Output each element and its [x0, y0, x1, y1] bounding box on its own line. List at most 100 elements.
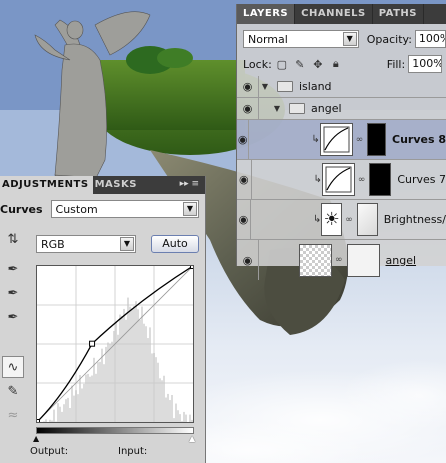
histogram-bar [149, 327, 151, 422]
channel-select[interactable]: RGB ▼ [36, 235, 136, 253]
curve-control-point[interactable] [190, 263, 196, 269]
layer-row-curves-7[interactable]: ◉ ↳ ∞ Curves 7 [237, 160, 446, 200]
layer-row-angel[interactable]: ◉ ∞ angel [237, 240, 446, 280]
input-label: Input: [118, 446, 148, 457]
histogram-bar [121, 316, 123, 422]
histogram-bar [101, 348, 103, 422]
opacity-field[interactable]: 100% [414, 30, 446, 48]
layer-name: Curves 8 [392, 133, 446, 146]
auto-button[interactable]: Auto [151, 235, 199, 253]
curve-control-point[interactable] [89, 340, 96, 347]
black-point-slider-icon[interactable]: ▲ [33, 434, 39, 443]
pencil-icon[interactable]: ✎ [2, 380, 24, 402]
white-eyedropper-icon[interactable]: ✒ [2, 306, 24, 328]
histogram-bar [173, 418, 175, 422]
histogram-bar [87, 373, 89, 422]
layer-name: island [299, 80, 332, 93]
layer-mask-thumbnail[interactable] [356, 203, 378, 236]
histogram-bar [169, 400, 171, 422]
layer-row-island[interactable]: ◉ ▼ island [237, 76, 446, 98]
link-icon[interactable]: ∞ [345, 215, 353, 225]
histogram-bar [185, 414, 187, 422]
histogram-bar [103, 364, 105, 422]
folder-icon [277, 81, 293, 92]
histogram-bar [43, 421, 45, 422]
histogram-bar [191, 419, 193, 422]
lock-label: Lock: [243, 57, 272, 71]
histogram-bar [93, 357, 95, 422]
chevron-down-icon[interactable]: ▼ [259, 82, 271, 91]
smooth-icon[interactable]: ≈ [2, 404, 24, 426]
opacity-label: Opacity: [366, 32, 412, 46]
clipping-arrow-icon: ↳ [311, 134, 320, 145]
smart-object-thumbnail [299, 243, 332, 277]
curve-control-point[interactable] [34, 419, 40, 425]
layer-mask-thumbnail[interactable] [346, 243, 380, 277]
tab-adjustments[interactable]: ADJUSTMENTS [0, 176, 93, 194]
histogram-bar [77, 394, 79, 422]
lock-move-icon[interactable]: ✥ [311, 57, 325, 71]
histogram-bar [147, 338, 149, 422]
lock-brush-icon[interactable]: ✎ [293, 57, 307, 71]
eye-icon[interactable]: ◉ [237, 120, 250, 159]
histogram-bar [53, 409, 55, 422]
panel-menu-icon[interactable]: ▸▸ ≡ [180, 179, 199, 189]
eye-icon[interactable]: ◉ [237, 160, 252, 199]
black-eyedropper-icon[interactable]: ✒ [2, 258, 24, 280]
layer-row-curves-8[interactable]: ◉ ↳ ∞ Curves 8 [237, 120, 446, 160]
histogram-bar [71, 385, 73, 422]
layer-name: angel [385, 253, 417, 267]
clipping-arrow-icon: ↳ [312, 214, 322, 225]
layer-mask-thumbnail[interactable] [367, 123, 386, 156]
link-icon[interactable]: ∞ [335, 255, 343, 265]
histogram-bar [165, 397, 167, 422]
histogram-bar [123, 308, 125, 422]
eye-icon[interactable]: ◉ [237, 240, 259, 280]
lock-all-icon[interactable]: 🔒︎ [329, 57, 343, 71]
histogram-bar [133, 306, 135, 422]
blend-mode-select[interactable]: Normal ▼ [243, 30, 359, 48]
white-point-slider-icon[interactable]: ▲ [189, 434, 195, 443]
histogram-bar [125, 319, 127, 422]
tab-paths[interactable]: PATHS [373, 4, 425, 24]
eye-icon[interactable]: ◉ [237, 76, 259, 97]
eye-icon[interactable]: ◉ [237, 98, 259, 119]
layer-row-angel-group[interactable]: ◉ ▼ angel [237, 98, 446, 120]
curve-tools: ⇅ ✒ ✒ ✒ ∿ ✎ ≈ [2, 232, 26, 428]
gray-eyedropper-icon[interactable]: ✒ [2, 282, 24, 304]
tab-masks[interactable]: MASKS [93, 176, 141, 194]
clipping-arrow-icon: ↳ [313, 174, 322, 185]
preset-label: Curves [0, 202, 43, 216]
tab-layers[interactable]: LAYERS [237, 4, 296, 24]
brightness-contrast-icon: ☀ [321, 203, 343, 236]
fill-field[interactable]: 100% [408, 55, 443, 73]
histogram-bar [67, 397, 69, 422]
histogram-bar [107, 342, 109, 422]
curves-thumbnail-icon [319, 123, 353, 156]
histogram-bar [127, 297, 129, 422]
histogram-bar [91, 375, 93, 422]
eye-icon[interactable]: ◉ [237, 200, 251, 239]
link-icon[interactable]: ∞ [356, 135, 364, 145]
blend-opacity-row: Normal ▼ Opacity: 100% [243, 28, 446, 50]
histogram-bar [97, 362, 99, 422]
histogram-bar [95, 373, 97, 422]
curve-graph[interactable] [34, 263, 196, 425]
layer-row-brightness[interactable]: ◉ ↳ ☀ ∞ Brightness/ [237, 200, 446, 240]
curve-point-tool-icon[interactable]: ∿ [2, 356, 24, 378]
tab-channels[interactable]: CHANNELS [295, 4, 373, 24]
layer-list: ◉ ▼ island ◉ ▼ angel ◉ ↳ ∞ Curves 8 ◉ ↳ [237, 76, 446, 280]
histogram-bar [117, 334, 119, 422]
histogram-bar [105, 346, 107, 422]
lock-transparent-icon[interactable]: ▢ [275, 57, 289, 71]
on-image-adjust-icon[interactable]: ⇅ [2, 228, 24, 250]
preset-select[interactable]: Custom ▼ [50, 200, 199, 218]
histogram-bar [129, 306, 131, 422]
channel-row: RGB ▼ Auto [36, 234, 199, 254]
link-icon[interactable]: ∞ [358, 175, 366, 185]
channel-value: RGB [41, 237, 65, 251]
curve-svg [34, 263, 196, 425]
layer-mask-thumbnail[interactable] [369, 163, 392, 196]
histogram-bar [69, 408, 71, 422]
chevron-down-icon[interactable]: ▼ [271, 104, 283, 113]
